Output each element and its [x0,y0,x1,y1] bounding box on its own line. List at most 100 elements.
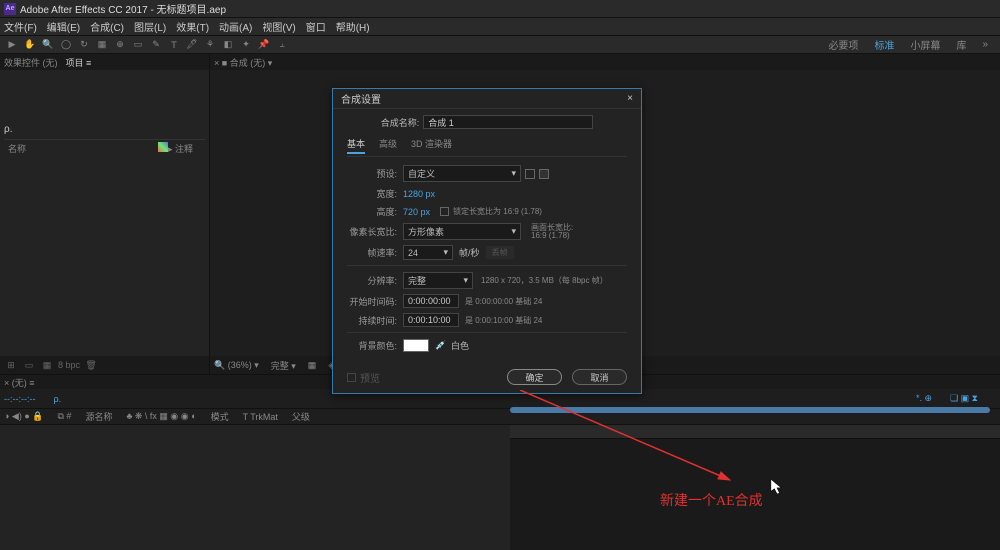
tool-zoom-icon[interactable]: 🔍 [40,38,56,52]
col-number[interactable]: ⧉ # [58,411,72,422]
save-preset-icon[interactable] [525,169,535,179]
col-mode[interactable]: 模式 [211,410,229,423]
tool-pen-icon[interactable]: ✎ [148,38,164,52]
framerate-dropdown[interactable]: 24▾ [403,245,453,260]
current-time[interactable]: --:--:--:-- [4,394,35,404]
comp-name-input[interactable] [423,115,593,129]
col-label-icon[interactable] [158,142,168,152]
time-ruler[interactable] [510,425,1000,439]
timeline-body[interactable] [0,425,1000,550]
menu-window[interactable]: 窗口 [306,19,326,34]
pixel-aspect-dropdown[interactable]: 方形像素▾ [403,223,521,240]
bgcolor-swatch[interactable] [403,339,429,352]
tool-orbit-icon[interactable]: ◯ [58,38,74,52]
width-value[interactable]: 1280 px [403,189,435,199]
preset-dropdown[interactable]: 自定义▾ [403,165,521,182]
tool-text-icon[interactable]: T [166,38,182,52]
tool-align-icon[interactable]: ⫠ [274,38,290,52]
duration-input[interactable] [403,313,459,327]
col-av-icons[interactable]: ◑ ◀) ● 🔒 [4,411,44,422]
menu-layer[interactable]: 图层(L) [134,19,166,34]
tab-advanced[interactable]: 高级 [379,137,397,154]
viewer-icon[interactable]: ▦ [308,360,317,371]
tool-eraser-icon[interactable]: ◧ [220,38,236,52]
tool-selection-icon[interactable]: ▶ [4,38,20,52]
resolution-dropdown[interactable]: 完整▾ [403,272,473,289]
duration-label: 持续时间: [347,314,397,327]
project-search[interactable]: ρ. [4,124,205,140]
col-parent[interactable]: 父级 [292,410,310,423]
dropframe-label: 丢帧 [486,246,514,259]
menu-file[interactable]: 文件(F) [4,19,37,34]
workspace-standard[interactable]: 标准 [866,37,902,52]
chevron-down-icon: ▾ [511,226,516,237]
tool-rect-icon[interactable]: ▭ [130,38,146,52]
height-value[interactable]: 720 px [403,207,430,217]
bpc-label[interactable]: 8 bpc [58,359,80,371]
tool-stamp-icon[interactable]: ⚘ [202,38,218,52]
zoom-dropdown[interactable]: 🔍 (36%) ▾ [214,360,259,371]
res-dropdown[interactable]: 完整 ▾ [271,359,296,372]
new-comp-icon[interactable]: ▦ [40,359,54,371]
project-body[interactable]: ρ. 名称 ▸ 注释 [0,70,209,356]
tool-anchor-icon[interactable]: ⊕ [112,38,128,52]
tab-project[interactable]: 项目 ≡ [66,56,92,69]
menu-effect[interactable]: 效果(T) [176,19,209,34]
interpret-icon[interactable]: ⊞ [4,359,18,371]
tool-camera-icon[interactable]: ▦ [94,38,110,52]
dialog-titlebar[interactable]: 合成设置 × [333,89,641,109]
layer-search[interactable]: ρ. [53,394,61,404]
menu-anim[interactable]: 动画(A) [219,19,252,34]
toolbar: ▶ ✋ 🔍 ◯ ↻ ▦ ⊕ ▭ ✎ T 🖊 ⚘ ◧ ✦ 📌 ⫠ 必要项 标准 小… [0,36,1000,54]
col-comment[interactable]: ▸ 注释 [168,142,193,155]
col-switches[interactable]: ♣ ❋ \ fx ▦ ◉ ◉ ◐ [126,411,196,422]
tab-basic[interactable]: 基本 [347,137,365,154]
dialog-footer: 预览 确定 取消 [333,361,641,393]
cancel-button[interactable]: 取消 [572,369,627,385]
project-columns: 名称 ▸ 注释 [4,140,205,157]
menu-help[interactable]: 帮助(H) [336,19,370,34]
tab-effect-controls[interactable]: 效果控件 (无) [4,56,58,69]
menu-bar: 文件(F) 编辑(E) 合成(C) 图层(L) 效果(T) 动画(A) 视图(V… [0,18,1000,36]
resolution-label: 分辨率: [347,274,397,287]
col-trkmat[interactable]: T TrkMat [243,412,278,422]
menu-view[interactable]: 视图(V) [262,19,295,34]
ok-button[interactable]: 确定 [507,369,562,385]
timeline-opt-icons[interactable]: ❏ ▣ ⧗ [950,393,978,404]
start-timecode-input[interactable] [403,294,459,308]
tool-roto-icon[interactable]: ✦ [238,38,254,52]
workspace-library[interactable]: 库 [948,37,974,52]
tool-hand-icon[interactable]: ✋ [22,38,38,52]
project-footer: ⊞ ▭ ▦ 8 bpc 🗑 [0,356,209,374]
dialog-tabs: 基本 高级 3D 渲染器 [347,137,627,157]
trash-icon[interactable]: 🗑 [84,359,98,371]
eyedropper-icon[interactable]: 💉 [435,340,447,352]
close-icon[interactable]: × [627,93,633,104]
delete-preset-icon[interactable] [539,169,549,179]
workspace-more-icon[interactable]: » [974,39,996,50]
workspace-essentials[interactable]: 必要项 [820,37,866,52]
col-source[interactable]: 源名称 [85,410,112,423]
menu-comp[interactable]: 合成(C) [90,19,124,34]
fps-unit: 帧/秒 [459,246,480,259]
timeline-tracks[interactable] [510,425,1000,550]
bgcolor-label: 背景颜色: [347,339,397,352]
work-area-bar[interactable] [510,407,990,413]
duration-hint: 是 0:00:10:00 基础 24 [465,315,542,326]
menu-edit[interactable]: 编辑(E) [47,19,80,34]
tab-3d-renderer[interactable]: 3D 渲染器 [411,137,452,154]
col-name[interactable]: 名称 [8,142,158,155]
lock-aspect-checkbox[interactable] [440,207,449,216]
timeline-tab[interactable]: × (无) ≡ [4,376,35,389]
viewer-tab[interactable]: × ■ 合成 (无) ▾ [214,56,272,69]
timeline-ghost[interactable]: *. ⊕ [916,393,932,404]
dialog-title: 合成设置 [341,91,381,106]
cursor-icon [770,478,784,496]
start-timecode-hint: 是 0:00:00:00 基础 24 [465,296,542,307]
workspace-small[interactable]: 小屏幕 [902,37,948,52]
tool-puppet-icon[interactable]: 📌 [256,38,272,52]
tool-rotate-icon[interactable]: ↻ [76,38,92,52]
folder-icon[interactable]: ▭ [22,359,36,371]
tool-brush-icon[interactable]: 🖊 [184,38,200,52]
timeline-layers[interactable] [0,425,510,550]
